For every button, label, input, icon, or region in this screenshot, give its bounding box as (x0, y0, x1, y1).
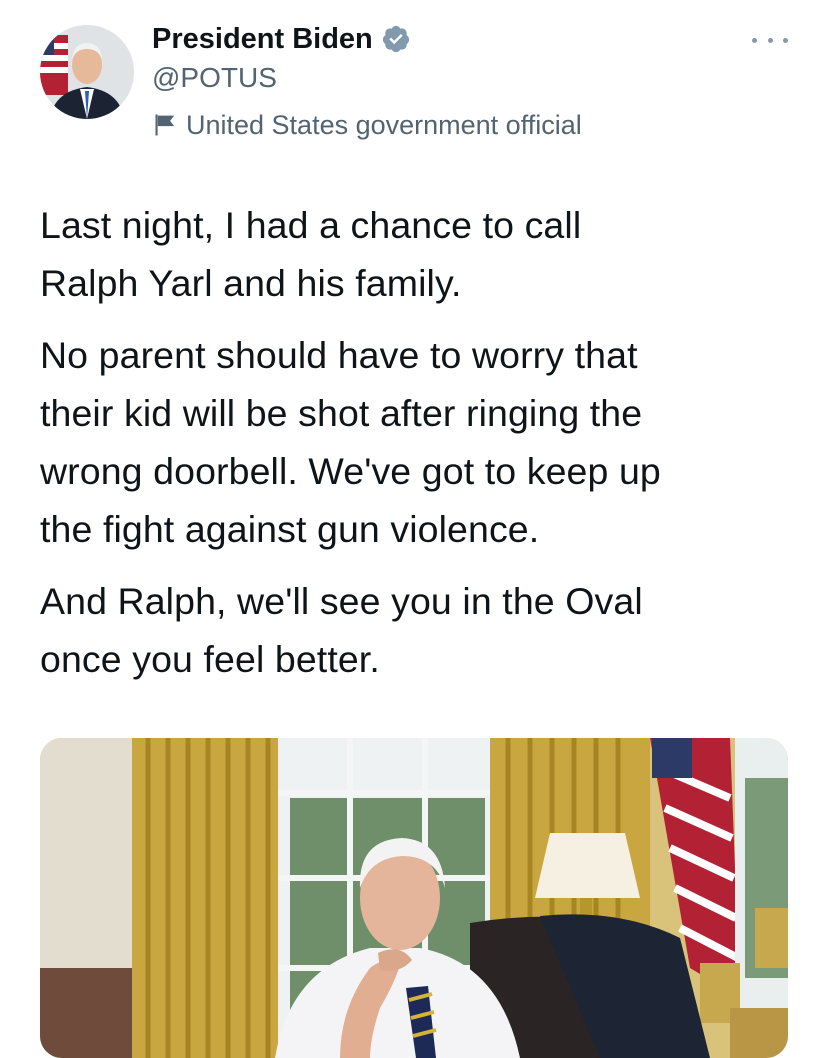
tweet-paragraph-3: And Ralph, we'll see you in the Oval onc… (40, 580, 643, 680)
display-name[interactable]: President Biden (152, 23, 373, 56)
more-dot (767, 37, 773, 43)
author-info: President Biden @POTUS United States gov… (152, 20, 582, 143)
tweet-text: Last night, I had a chance to call Ralph… (40, 196, 800, 702)
tweet-photo[interactable] (40, 738, 788, 1058)
affiliation-label: United States government official (152, 107, 582, 143)
more-dot (752, 37, 757, 43)
photo-illustration (40, 738, 788, 1058)
avatar-photo (40, 25, 134, 119)
tweet-paragraph-2: No parent should have to worry that thei… (40, 334, 661, 550)
tweet-paragraph-1: Last night, I had a chance to call Ralph… (40, 204, 582, 304)
handle[interactable]: @POTUS (152, 60, 582, 96)
verified-badge-icon (381, 24, 411, 54)
gov-label-text: United States government official (186, 109, 582, 140)
avatar[interactable] (40, 25, 134, 119)
name-row: President Biden (152, 20, 582, 58)
more-dot (783, 37, 788, 43)
flag-icon (152, 111, 180, 139)
tweet: President Biden @POTUS United States gov… (0, 0, 828, 1058)
more-options-icon[interactable] (752, 30, 788, 50)
